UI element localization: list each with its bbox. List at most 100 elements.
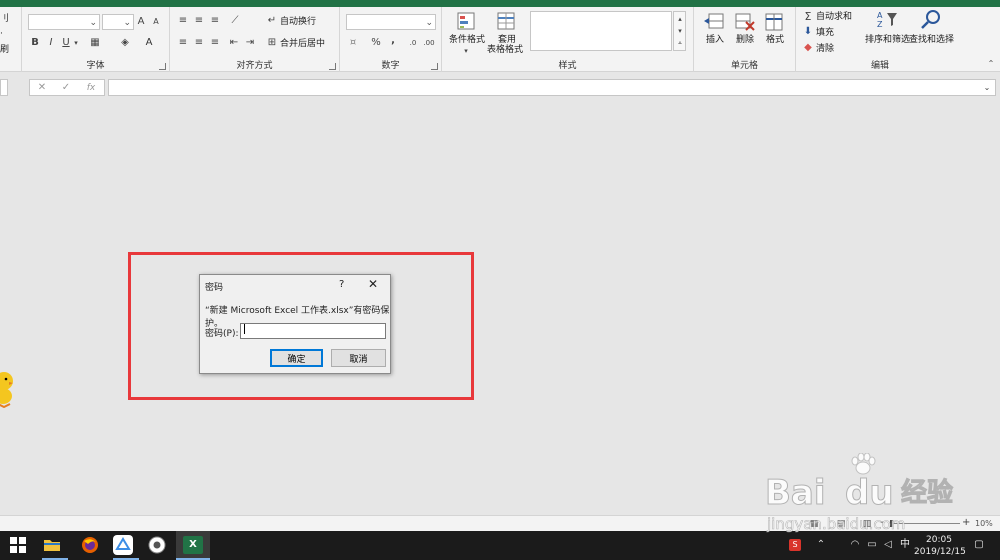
align-top-icon[interactable]: ≡ xyxy=(176,14,190,28)
conditional-format-icon[interactable] xyxy=(456,12,478,32)
svg-text:Z: Z xyxy=(877,20,883,29)
table-format-icon[interactable] xyxy=(496,12,518,32)
chevron-down-icon[interactable]: ▾ xyxy=(462,44,470,58)
formula-input[interactable]: ⌄ xyxy=(108,79,996,96)
align-middle-icon[interactable]: ≡ xyxy=(192,14,206,28)
name-box[interactable] xyxy=(0,79,8,96)
gallery-more-icon[interactable]: ⩡ xyxy=(675,36,685,50)
format-label[interactable]: 格式 xyxy=(766,34,784,46)
font-size-combo[interactable]: ⌄ xyxy=(102,14,134,30)
fill-color-icon[interactable]: ◈ xyxy=(118,36,132,50)
merge-center-icon[interactable]: ⊞ xyxy=(266,36,278,50)
wrap-text-icon[interactable]: ↵ xyxy=(266,14,278,28)
font-color-icon[interactable]: A xyxy=(142,36,156,50)
formula-buttons: ✕ ✓ fx xyxy=(29,79,105,96)
cancel-entry-icon[interactable]: ✕ xyxy=(36,81,48,95)
notifications-icon[interactable]: ▢ xyxy=(972,538,986,552)
decrease-indent-icon[interactable]: ⇤ xyxy=(227,36,241,50)
cell-styles-gallery[interactable] xyxy=(530,11,672,51)
delete-cells-icon[interactable] xyxy=(734,12,756,32)
taskbar-file-explorer-icon[interactable] xyxy=(42,535,62,555)
fill-down-icon[interactable]: ⬇ xyxy=(802,25,814,39)
gallery-scroll[interactable]: ▴ ▾ ⩡ xyxy=(673,11,686,51)
find-select-label[interactable]: 查找和选择 xyxy=(909,34,954,46)
comma-button[interactable]: , xyxy=(388,34,398,48)
styles-group: 条件格式 ▾ 套用 表格格式 ▴ ▾ ⩡ 样式 xyxy=(442,7,694,72)
password-input[interactable] xyxy=(240,323,386,339)
volume-icon[interactable]: ◁ xyxy=(881,538,895,552)
excel-icon: X xyxy=(183,536,203,554)
chevron-down-icon[interactable]: ▾ xyxy=(72,36,80,50)
insert-function-icon[interactable]: fx xyxy=(84,81,98,95)
ribbon: 刂 · 刷 ⌄ ⌄ A A B I U ▾ ▦ ◈ A 字体 ≡ ≡ ≡ ⟋ ↵… xyxy=(0,7,1000,72)
cancel-button[interactable]: 取消 xyxy=(331,349,386,367)
percent-button[interactable]: % xyxy=(370,36,382,50)
taskbar-firefox-icon[interactable] xyxy=(80,535,100,555)
table-format-label-2[interactable]: 表格格式 xyxy=(487,44,523,56)
font-name-combo[interactable]: ⌄ xyxy=(28,14,100,30)
align-center-icon[interactable]: ≡ xyxy=(192,36,206,50)
orientation-icon[interactable]: ⟋ xyxy=(228,14,242,28)
mascot-icon xyxy=(0,372,13,408)
svg-text:A: A xyxy=(877,11,883,20)
clipboard-item-1[interactable]: 刂 xyxy=(0,13,9,25)
cells-group: 插入 删除 格式 单元格 xyxy=(694,7,796,72)
number-group: ⌄ ¤ % , .0 .00 数字 xyxy=(340,7,442,72)
delete-label[interactable]: 删除 xyxy=(736,34,754,46)
clock-date[interactable]: 2019/12/15 xyxy=(914,546,966,558)
shrink-font-icon[interactable]: A xyxy=(151,15,161,29)
baidu-paw-icon xyxy=(851,453,876,475)
chevron-down-icon: ⌄ xyxy=(89,18,97,28)
align-left-icon[interactable]: ≡ xyxy=(176,36,190,50)
battery-icon[interactable]: ▭ xyxy=(866,538,878,552)
clear-label[interactable]: 清除 xyxy=(816,43,834,55)
input-method-s-icon[interactable]: S xyxy=(789,539,801,551)
sort-filter-icon[interactable]: A Z xyxy=(876,10,898,30)
format-painter-label[interactable]: 刷 xyxy=(0,44,9,56)
taskbar-chrome-icon[interactable] xyxy=(147,535,167,555)
find-search-icon[interactable] xyxy=(920,10,942,30)
autosum-icon[interactable]: Σ xyxy=(802,10,814,24)
align-right-icon[interactable]: ≡ xyxy=(208,36,222,50)
align-bottom-icon[interactable]: ≡ xyxy=(208,14,222,28)
merge-center-label[interactable]: 合并后居中 xyxy=(280,38,325,50)
italic-button[interactable]: I xyxy=(46,36,56,50)
increase-decimal-icon[interactable]: .0 xyxy=(406,36,420,50)
increase-indent-icon[interactable]: ⇥ xyxy=(243,36,257,50)
number-format-combo[interactable]: ⌄ xyxy=(346,14,436,30)
sort-filter-label[interactable]: 排序和筛选 xyxy=(865,34,910,46)
alignment-dialog-launcher-icon[interactable] xyxy=(329,63,336,70)
taskbar-app-icon[interactable] xyxy=(113,535,133,555)
font-dialog-launcher-icon[interactable] xyxy=(159,63,166,70)
clipboard-item-2[interactable]: · xyxy=(0,28,3,40)
baidu-brand-cn: 经验 xyxy=(900,478,954,509)
show-hidden-icons-icon[interactable]: ⌃ xyxy=(815,538,827,552)
collapse-ribbon-icon[interactable]: ⌃ xyxy=(986,57,996,71)
close-icon[interactable]: ✕ xyxy=(368,277,378,291)
wrap-text-label[interactable]: 自动换行 xyxy=(280,16,316,28)
ok-button[interactable]: 确定 xyxy=(270,349,323,367)
start-windows-icon[interactable] xyxy=(10,537,26,553)
grow-font-icon[interactable]: A xyxy=(136,15,146,29)
alignment-group-label: 对齐方式 xyxy=(236,61,273,71)
expand-formula-bar-icon[interactable]: ⌄ xyxy=(982,81,992,95)
fill-label[interactable]: 填充 xyxy=(816,27,834,39)
format-cells-icon[interactable] xyxy=(764,12,786,32)
font-group: ⌄ ⌄ A A B I U ▾ ▦ ◈ A 字体 xyxy=(22,7,170,72)
border-icon[interactable]: ▦ xyxy=(88,36,102,50)
wifi-icon[interactable]: ◠ xyxy=(848,538,862,552)
help-button[interactable]: ? xyxy=(339,279,344,290)
eraser-icon[interactable]: ◆ xyxy=(802,41,814,55)
bold-button[interactable]: B xyxy=(30,36,40,50)
decrease-decimal-icon[interactable]: .00 xyxy=(422,36,436,50)
autosum-label[interactable]: 自动求和 xyxy=(816,11,852,23)
currency-icon[interactable]: ¤ xyxy=(346,36,360,50)
underline-button[interactable]: U xyxy=(61,36,71,50)
taskbar-excel-button[interactable]: X xyxy=(176,531,210,560)
clock-time[interactable]: 20:05 xyxy=(926,534,952,546)
insert-label[interactable]: 插入 xyxy=(706,34,724,46)
number-dialog-launcher-icon[interactable] xyxy=(431,63,438,70)
ime-indicator[interactable]: 中 xyxy=(900,539,910,551)
insert-cells-icon[interactable] xyxy=(703,12,725,32)
confirm-entry-icon[interactable]: ✓ xyxy=(60,81,72,95)
